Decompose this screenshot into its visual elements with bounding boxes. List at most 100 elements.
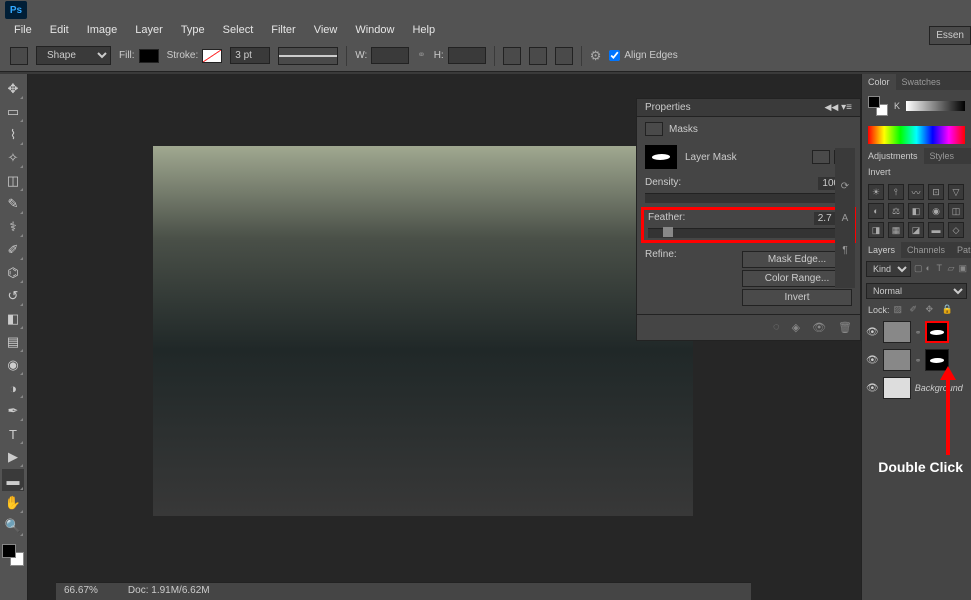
invert-button[interactable]: Invert xyxy=(742,289,852,306)
gradient-tool[interactable]: ▤ xyxy=(2,331,24,353)
menu-type[interactable]: Type xyxy=(173,22,213,38)
disable-mask-icon[interactable]: 👁 xyxy=(812,321,826,334)
align-icon[interactable] xyxy=(529,47,547,65)
height-input[interactable] xyxy=(448,47,486,64)
lasso-tool[interactable]: ⌇ xyxy=(2,124,24,146)
character-panel-icon[interactable]: A xyxy=(837,210,853,226)
adjustments-tab[interactable]: Adjustments xyxy=(862,148,924,164)
layer-filter-kind[interactable]: Kind xyxy=(866,261,911,277)
stroke-style-icon[interactable] xyxy=(278,47,338,65)
foreground-background-colors[interactable] xyxy=(2,544,24,566)
pen-tool[interactable]: ✒ xyxy=(2,400,24,422)
paragraph-panel-icon[interactable]: ¶ xyxy=(837,242,853,258)
fill-swatch[interactable] xyxy=(139,49,159,63)
lock-transparency-icon[interactable]: ▨ xyxy=(894,304,906,316)
path-selection-tool[interactable]: ▶ xyxy=(2,446,24,468)
canvas-area[interactable]: Properties ◀◀ ▾≡ Masks Layer Mask Densit… xyxy=(28,74,861,600)
layer-thumbnail[interactable] xyxy=(883,377,911,399)
delete-mask-icon[interactable]: 🗑 xyxy=(838,321,852,334)
color-ramp[interactable] xyxy=(868,126,965,144)
exposure-icon[interactable]: ⊡ xyxy=(928,184,944,200)
lock-position-icon[interactable]: ✥ xyxy=(926,304,938,316)
gradient-map-icon[interactable]: ▬ xyxy=(928,222,944,238)
history-brush-tool[interactable]: ↺ xyxy=(2,285,24,307)
healing-tool[interactable]: ⚕ xyxy=(2,216,24,238)
crop-tool[interactable]: ◫ xyxy=(2,170,24,192)
gear-icon[interactable]: ⚙ xyxy=(590,48,602,64)
align-edges-checkbox[interactable] xyxy=(609,50,620,61)
menu-select[interactable]: Select xyxy=(215,22,262,38)
shape-tool[interactable]: ▬ xyxy=(2,469,24,491)
width-input[interactable] xyxy=(371,47,409,64)
visibility-icon[interactable]: 👁 xyxy=(866,327,879,338)
brush-tool[interactable]: ✐ xyxy=(2,239,24,261)
workspace-switcher[interactable]: Essen xyxy=(929,26,971,45)
doc-size[interactable]: Doc: 1.91M/6.62M xyxy=(128,585,210,598)
posterize-icon[interactable]: ▦ xyxy=(888,222,904,238)
lock-pixels-icon[interactable]: ✐ xyxy=(910,304,922,316)
tool-preset-icon[interactable] xyxy=(10,47,28,65)
filter-type-icon[interactable]: T xyxy=(937,263,945,275)
density-slider[interactable] xyxy=(645,193,852,203)
vibrance-icon[interactable]: ▽ xyxy=(948,184,964,200)
magic-wand-tool[interactable]: ✧ xyxy=(2,147,24,169)
filter-adj-icon[interactable]: ◐ xyxy=(926,263,934,275)
curves-icon[interactable]: 〰 xyxy=(908,184,924,200)
photo-filter-icon[interactable]: ◉ xyxy=(928,203,944,219)
arrange-icon[interactable] xyxy=(555,47,573,65)
load-selection-icon[interactable]: ◌ xyxy=(773,321,780,334)
menu-layer[interactable]: Layer xyxy=(127,22,171,38)
eraser-tool[interactable]: ◧ xyxy=(2,308,24,330)
blur-tool[interactable]: ◉ xyxy=(2,354,24,376)
panel-menu-icon[interactable]: ▾≡ xyxy=(841,102,852,113)
color-fg-bg[interactable] xyxy=(868,96,888,116)
brightness-icon[interactable]: ☀ xyxy=(868,184,884,200)
styles-tab[interactable]: Styles xyxy=(924,148,961,164)
menu-file[interactable]: File xyxy=(6,22,40,38)
menu-filter[interactable]: Filter xyxy=(263,22,303,38)
mask-mode-icon[interactable] xyxy=(645,122,663,136)
color-balance-icon[interactable]: ⚖ xyxy=(888,203,904,219)
menu-edit[interactable]: Edit xyxy=(42,22,77,38)
pixel-mask-button[interactable] xyxy=(812,150,830,164)
menu-help[interactable]: Help xyxy=(404,22,443,38)
hue-sat-icon[interactable]: ◐ xyxy=(868,203,884,219)
visibility-icon[interactable]: 👁 xyxy=(866,355,879,366)
path-op-icon[interactable] xyxy=(503,47,521,65)
menu-view[interactable]: View xyxy=(306,22,346,38)
color-tab[interactable]: Color xyxy=(862,74,896,90)
channels-tab[interactable]: Channels xyxy=(901,242,951,258)
stroke-width-input[interactable] xyxy=(230,47,270,64)
filter-smart-icon[interactable]: ▣ xyxy=(958,263,967,275)
blend-mode-select[interactable]: Normal xyxy=(866,283,967,299)
swatches-tab[interactable]: Swatches xyxy=(896,74,947,90)
k-slider[interactable] xyxy=(906,101,965,111)
feather-slider[interactable] xyxy=(648,228,849,238)
layer-thumbnail[interactable] xyxy=(883,349,911,371)
menu-window[interactable]: Window xyxy=(347,22,402,38)
channel-mixer-icon[interactable]: ◫ xyxy=(948,203,964,219)
marquee-tool[interactable]: ▭ xyxy=(2,101,24,123)
move-tool[interactable]: ✥ xyxy=(2,78,24,100)
levels-icon[interactable]: ⫯ xyxy=(888,184,904,200)
invert-icon[interactable]: ◨ xyxy=(868,222,884,238)
paths-tab[interactable]: Path xyxy=(951,242,971,258)
filter-pixel-icon[interactable]: ▢ xyxy=(914,263,923,275)
zoom-level[interactable]: 66.67% xyxy=(64,585,98,598)
apply-mask-icon[interactable]: ◈ xyxy=(792,321,800,334)
threshold-icon[interactable]: ◪ xyxy=(908,222,924,238)
lock-all-icon[interactable]: 🔒 xyxy=(942,304,954,316)
eyedropper-tool[interactable]: ✎ xyxy=(2,193,24,215)
type-tool[interactable]: T xyxy=(2,423,24,445)
link-icon[interactable]: ⚭ xyxy=(417,50,425,61)
menu-image[interactable]: Image xyxy=(79,22,126,38)
hand-tool[interactable]: ✋ xyxy=(2,492,24,514)
stroke-swatch[interactable] xyxy=(202,49,222,63)
history-panel-icon[interactable]: ⟳ xyxy=(837,178,853,194)
bw-icon[interactable]: ◧ xyxy=(908,203,924,219)
dodge-tool[interactable]: ◑ xyxy=(2,377,24,399)
document-canvas[interactable] xyxy=(153,146,693,516)
visibility-icon[interactable]: 👁 xyxy=(866,383,879,394)
filter-shape-icon[interactable]: ▱ xyxy=(947,263,955,275)
zoom-tool[interactable]: 🔍 xyxy=(2,515,24,537)
